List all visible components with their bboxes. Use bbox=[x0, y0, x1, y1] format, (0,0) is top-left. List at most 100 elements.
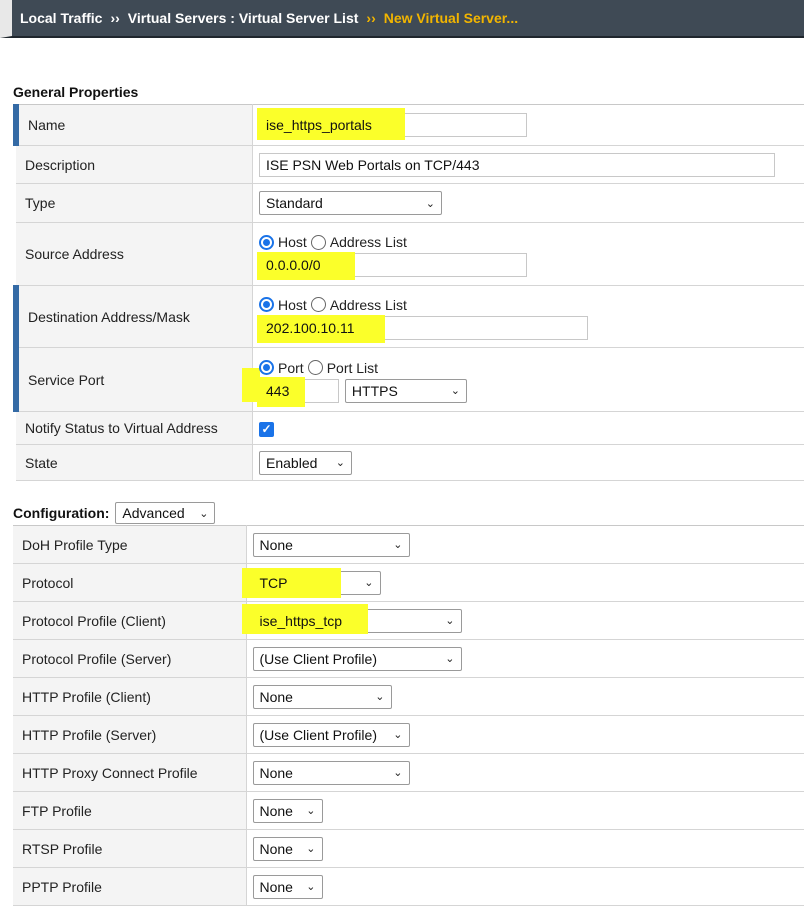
notify-label: Notify Status to Virtual Address bbox=[16, 411, 254, 445]
chevron-down-icon: ⌄ bbox=[199, 507, 209, 520]
state-label: State bbox=[16, 444, 254, 481]
config-row: RTSP Profile None ⌄ bbox=[13, 829, 804, 868]
http-proxy-connect-label: HTTP Proxy Connect Profile bbox=[13, 753, 247, 792]
chevron-down-icon: ⌄ bbox=[445, 615, 455, 627]
configuration-title: Configuration: bbox=[13, 505, 110, 521]
protocol-profile-server-value: (Use Client Profile) bbox=[259, 650, 377, 667]
service-port-row: Service Port Port Port List 443 HTTPS ⌄ bbox=[13, 347, 804, 412]
config-row: Protocol Profile (Client) ise_https_tcp … bbox=[13, 601, 804, 640]
protocol-profile-server-select[interactable]: (Use Client Profile) ⌄ bbox=[252, 646, 462, 671]
config-row: Protocol TCP ⌄ bbox=[13, 563, 804, 602]
pptp-profile-value: None bbox=[259, 878, 293, 895]
destination-address-value: 202.100.10.11 bbox=[266, 319, 355, 336]
port-list-radio[interactable] bbox=[307, 360, 323, 375]
source-address-value: 0.0.0.0/0 bbox=[266, 257, 321, 273]
destination-row: Destination Address/Mask Host Address Li… bbox=[13, 285, 804, 348]
ftp-profile-select[interactable]: None ⌄ bbox=[252, 798, 323, 823]
config-row: DoH Profile Type None ⌄ bbox=[13, 525, 804, 564]
source-host-label: Host bbox=[278, 234, 307, 250]
type-value: Standard bbox=[266, 195, 323, 211]
notify-checkbox[interactable]: ✓ bbox=[259, 421, 275, 437]
chevron-down-icon: ⌄ bbox=[450, 385, 460, 397]
protocol-profile-client-label: Protocol Profile (Client) bbox=[13, 601, 247, 640]
state-row: State Enabled ⌄ bbox=[16, 444, 804, 481]
service-port-value: 443 bbox=[266, 382, 290, 399]
destination-address-list-label: Address List bbox=[329, 296, 407, 313]
source-address-input[interactable]: 0.0.0.0/0 bbox=[257, 252, 528, 280]
chevron-down-icon: ⌄ bbox=[445, 653, 455, 665]
configuration-mode-select[interactable]: Advanced ⌄ bbox=[115, 502, 216, 524]
source-host-radio[interactable] bbox=[259, 234, 275, 250]
http-proxy-connect-select[interactable]: None ⌄ bbox=[252, 760, 410, 785]
http-profile-client-label: HTTP Profile (Client) bbox=[13, 677, 247, 716]
source-address-list-label: Address List bbox=[329, 234, 407, 250]
chevron-down-icon: ⌄ bbox=[306, 881, 316, 893]
source-address-label: Source Address bbox=[16, 222, 254, 286]
protocol-profile-client-select[interactable]: ise_https_tcp ⌄ bbox=[241, 603, 462, 634]
description-label: Description bbox=[16, 145, 254, 184]
type-select[interactable]: Standard ⌄ bbox=[259, 191, 443, 215]
configuration-mode-value: Advanced bbox=[122, 505, 185, 521]
breadcrumb-current-page: New Virtual Server... bbox=[383, 10, 519, 26]
chevron-down-icon: ⌄ bbox=[375, 691, 385, 703]
chevron-down-icon: ⌄ bbox=[393, 767, 403, 779]
doh-profile-label: DoH Profile Type bbox=[13, 525, 247, 564]
name-value: ise_https_portals bbox=[266, 117, 372, 133]
breadcrumb: Local Traffic ›› Virtual Servers : Virtu… bbox=[0, 0, 804, 38]
destination-label: Destination Address/Mask bbox=[13, 285, 254, 348]
protocol-label: Protocol bbox=[13, 563, 247, 602]
ftp-profile-value: None bbox=[259, 802, 293, 819]
pptp-profile-select[interactable]: None ⌄ bbox=[252, 874, 323, 899]
doh-profile-select[interactable]: None ⌄ bbox=[252, 532, 410, 557]
name-label: Name bbox=[13, 104, 254, 146]
chevron-down-icon: ⌄ bbox=[425, 197, 436, 210]
description-row: Description ISE PSN Web Portals on TCP/4… bbox=[16, 145, 804, 184]
ftp-profile-label: FTP Profile bbox=[13, 791, 247, 830]
chevron-down-icon: ⌄ bbox=[393, 729, 403, 741]
source-address-list-radio[interactable] bbox=[310, 234, 326, 250]
http-profile-client-select[interactable]: None ⌄ bbox=[252, 684, 392, 709]
rtsp-profile-value: None bbox=[259, 840, 293, 857]
service-port-radio[interactable] bbox=[259, 360, 275, 375]
http-profile-client-value: None bbox=[259, 688, 293, 705]
port-list-label: Port List bbox=[326, 359, 379, 376]
config-row: FTP Profile None ⌄ bbox=[13, 791, 804, 830]
name-input[interactable]: ise_https_portals bbox=[257, 108, 528, 140]
notify-row: Notify Status to Virtual Address ✓ bbox=[16, 411, 804, 445]
http-profile-server-label: HTTP Profile (Server) bbox=[13, 715, 247, 754]
http-profile-server-select[interactable]: (Use Client Profile) ⌄ bbox=[252, 722, 410, 747]
destination-host-radio[interactable] bbox=[259, 297, 275, 312]
rtsp-profile-select[interactable]: None ⌄ bbox=[252, 836, 323, 861]
pptp-profile-label: PPTP Profile bbox=[13, 867, 247, 906]
source-address-row: Source Address Host Address List 0.0.0.0… bbox=[16, 222, 804, 286]
chevron-down-icon: ⌄ bbox=[306, 843, 316, 855]
description-input[interactable]: ISE PSN Web Portals on TCP/443 bbox=[259, 152, 776, 177]
type-label: Type bbox=[16, 183, 254, 223]
chevron-down-icon: ⌄ bbox=[306, 805, 316, 817]
chevron-down-icon: ⌄ bbox=[393, 539, 403, 551]
state-select[interactable]: Enabled ⌄ bbox=[259, 450, 353, 475]
protocol-value: TCP bbox=[259, 574, 288, 591]
service-port-service: HTTPS bbox=[351, 382, 398, 399]
protocol-select[interactable]: TCP ⌄ bbox=[241, 567, 381, 598]
config-row: HTTP Profile (Server) (Use Client Profil… bbox=[13, 715, 804, 754]
general-properties-title: General Properties bbox=[13, 84, 139, 100]
service-port-input[interactable]: 443 bbox=[257, 376, 340, 407]
service-port-select[interactable]: HTTPS ⌄ bbox=[344, 378, 467, 403]
breadcrumb-separator: ›› bbox=[366, 10, 376, 26]
service-port-label: Service Port bbox=[13, 347, 254, 412]
breadcrumb-local-traffic[interactable]: Local Traffic bbox=[20, 10, 102, 26]
chevron-down-icon: ⌄ bbox=[335, 457, 346, 469]
type-row: Type Standard ⌄ bbox=[16, 183, 804, 223]
breadcrumb-virtual-server-list[interactable]: Virtual Servers : Virtual Server List bbox=[128, 10, 359, 26]
http-profile-server-value: (Use Client Profile) bbox=[259, 726, 377, 743]
rtsp-profile-label: RTSP Profile bbox=[13, 829, 247, 868]
doh-profile-value: None bbox=[259, 536, 293, 553]
config-row: HTTP Proxy Connect Profile None ⌄ bbox=[13, 753, 804, 792]
destination-host-label: Host bbox=[278, 296, 307, 313]
destination-address-input[interactable]: 202.100.10.11 bbox=[257, 314, 589, 343]
destination-address-list-radio[interactable] bbox=[310, 297, 326, 312]
breadcrumb-separator: ›› bbox=[110, 10, 120, 26]
configuration-table: DoH Profile Type None ⌄ Protocol TCP ⌄ P… bbox=[13, 525, 804, 906]
general-properties-table: Name ise_https_portals Description ISE P… bbox=[13, 104, 804, 481]
